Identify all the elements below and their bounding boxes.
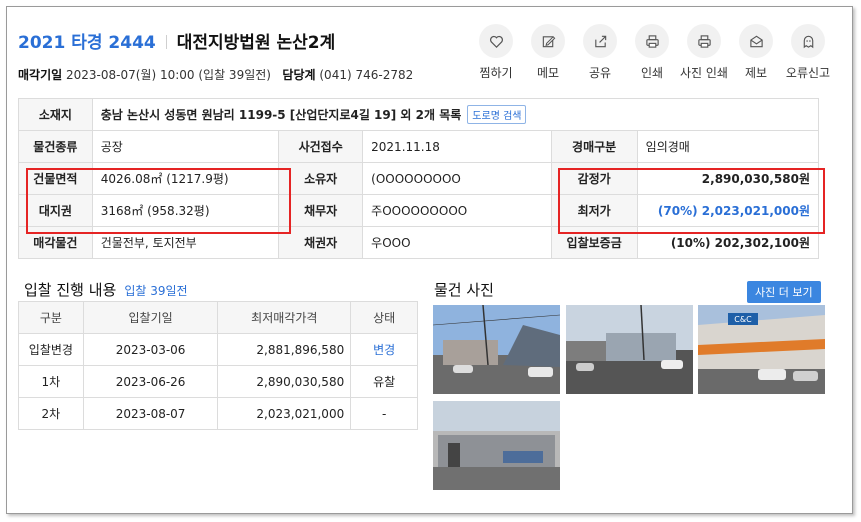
sale-date-label: 매각기일 bbox=[18, 68, 63, 82]
printer-icon bbox=[697, 34, 711, 48]
sale-date-value: 2023-08-07(월) 10:00 (입찰 39일전) bbox=[66, 68, 271, 82]
history-title: 입찰 진행 내용 bbox=[24, 281, 117, 299]
case-header: 2021 타경 2444 대전지방법원 논산2계 bbox=[18, 28, 335, 53]
share-icon bbox=[594, 35, 606, 47]
memo-label: 메모 bbox=[536, 66, 560, 80]
table-row: 1차 2023-06-26 2,890,030,580 유찰 bbox=[18, 365, 418, 398]
table-row: 입찰변경 2023-03-06 2,881,896,580 변경 bbox=[18, 333, 418, 366]
action-bar: 찜하기 메모 공유 인쇄 사진 인쇄 제보 오류신고 bbox=[470, 24, 834, 81]
row-type: 입찰변경 bbox=[18, 333, 84, 366]
row-status-link[interactable]: 변경 bbox=[350, 333, 418, 366]
photo-section-title: 물건 사진 bbox=[434, 281, 494, 299]
heart-icon bbox=[489, 35, 503, 48]
address-label: 소재지 bbox=[18, 98, 93, 131]
highlight-box-area bbox=[26, 168, 291, 234]
department-label: 담당계 bbox=[282, 68, 316, 82]
property-photo-3[interactable]: C&C bbox=[698, 305, 825, 394]
owner-value: (OOOOOOOOO bbox=[362, 162, 552, 195]
department-phone: (041) 746-2782 bbox=[319, 68, 414, 82]
photo-print-label: 사진 인쇄 bbox=[680, 66, 728, 80]
days-left-link[interactable]: 입찰 39일전 bbox=[124, 284, 187, 298]
road-name-search-button[interactable]: 도로명 검색 bbox=[467, 105, 527, 124]
auction-type-label: 경매구분 bbox=[550, 130, 638, 163]
report-label: 제보 bbox=[744, 66, 768, 80]
pencil-icon bbox=[542, 35, 555, 47]
share-button[interactable]: 공유 bbox=[574, 24, 626, 81]
row-type: 1차 bbox=[18, 365, 84, 398]
printer-icon bbox=[645, 34, 659, 48]
row-status: 유찰 bbox=[350, 365, 418, 398]
address-value: 충남 논산시 성동면 원남리 1199-5 [산업단지로4길 19] 외 2개 … bbox=[100, 108, 462, 122]
sale-date-line: 매각기일 2023-08-07(월) 10:00 (입찰 39일전) 담당계 (… bbox=[18, 66, 413, 83]
court-name: 대전지방법원 논산2계 bbox=[176, 33, 336, 53]
auction-type-value: 임의경매 bbox=[636, 130, 820, 163]
received-value: 2021.11.18 bbox=[362, 130, 552, 163]
bid-history-table: 구분 입찰기일 최저매각가격 상태 입찰변경 2023-03-06 2,881,… bbox=[18, 301, 418, 430]
history-section-title: 입찰 진행 내용 입찰 39일전 bbox=[24, 279, 188, 300]
col-header-date: 입찰기일 bbox=[82, 301, 219, 334]
highlight-box-price bbox=[558, 168, 825, 234]
col-header-min-price: 최저매각가격 bbox=[217, 301, 352, 334]
memo-button[interactable]: 메모 bbox=[522, 24, 574, 81]
mail-icon bbox=[749, 35, 763, 47]
creditor-value: 우OOO bbox=[362, 226, 552, 259]
ghost-icon bbox=[803, 35, 813, 48]
more-photos-button[interactable]: 사진 더 보기 bbox=[747, 281, 821, 303]
like-button[interactable]: 찜하기 bbox=[470, 24, 522, 81]
like-label: 찜하기 bbox=[479, 66, 513, 80]
divider bbox=[165, 35, 167, 49]
property-photo-4[interactable] bbox=[433, 401, 560, 490]
share-label: 공유 bbox=[588, 66, 612, 80]
property-photo-2[interactable] bbox=[566, 305, 693, 394]
row-price: 2,023,021,000 bbox=[217, 397, 352, 430]
creditor-label: 채권자 bbox=[278, 226, 364, 259]
col-header-type: 구분 bbox=[18, 301, 84, 334]
error-report-label: 오류신고 bbox=[785, 66, 831, 80]
row-type: 2차 bbox=[18, 397, 84, 430]
case-number: 2021 타경 2444 bbox=[18, 33, 156, 53]
debtor-label: 채무자 bbox=[278, 194, 364, 227]
print-label: 인쇄 bbox=[640, 66, 664, 80]
type-label: 물건종류 bbox=[18, 130, 93, 163]
print-button[interactable]: 인쇄 bbox=[626, 24, 678, 81]
table-row: 2차 2023-08-07 2,023,021,000 - bbox=[18, 397, 418, 430]
row-date: 2023-03-06 bbox=[82, 333, 219, 366]
row-price: 2,881,896,580 bbox=[217, 333, 352, 366]
col-header-status: 상태 bbox=[350, 301, 418, 334]
error-report-button[interactable]: 오류신고 bbox=[782, 24, 834, 81]
owner-label: 소유자 bbox=[278, 162, 364, 195]
report-button[interactable]: 제보 bbox=[730, 24, 782, 81]
row-date: 2023-06-26 bbox=[82, 365, 219, 398]
address-cell: 충남 논산시 성동면 원남리 1199-5 [산업단지로4길 19] 외 2개 … bbox=[91, 98, 820, 131]
property-photo-1[interactable] bbox=[433, 305, 560, 394]
building-sign-text: C&C bbox=[734, 315, 752, 324]
photo-print-button[interactable]: 사진 인쇄 bbox=[678, 24, 730, 81]
row-price: 2,890,030,580 bbox=[217, 365, 352, 398]
debtor-value: 주OOOOOOOOO bbox=[362, 194, 552, 227]
row-date: 2023-08-07 bbox=[82, 397, 219, 430]
received-label: 사건접수 bbox=[278, 130, 364, 163]
type-value: 공장 bbox=[91, 130, 280, 163]
row-status: - bbox=[350, 397, 418, 430]
